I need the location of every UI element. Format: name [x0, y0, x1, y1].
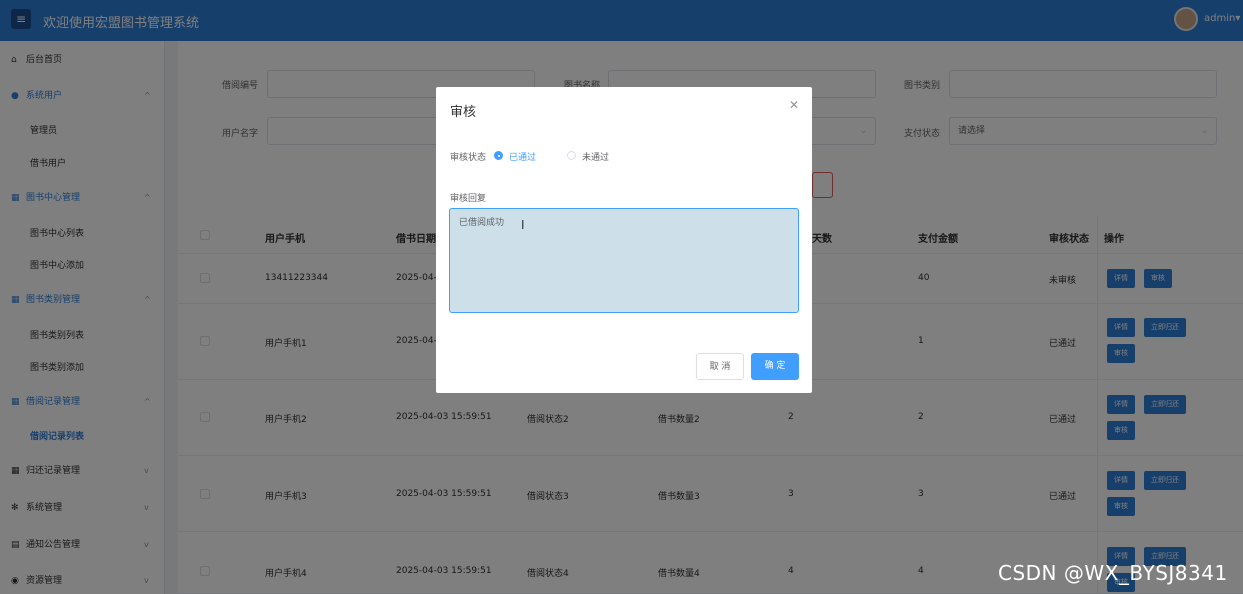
radio-pass-label[interactable]: 已通过 [509, 150, 536, 163]
confirm-button[interactable]: 确 定 [751, 353, 799, 380]
cancel-button[interactable]: 取 消 [696, 353, 744, 380]
audit-reply-textarea[interactable]: 已借阅成功 [449, 208, 799, 313]
close-icon[interactable]: ✕ [789, 98, 799, 112]
text-cursor-icon: I [521, 218, 525, 232]
dialog-title: 审核 [450, 105, 477, 120]
watermark: CSDN @WX_BYSJ8341 [998, 561, 1228, 585]
audit-dialog: 审核 ✕ 审核状态 已通过 未通过 审核回复 已借阅成功 I 取 消 确 定 [436, 87, 812, 393]
audit-status-label: 审核状态 [450, 153, 487, 163]
audit-reply-label: 审核回复 [450, 194, 487, 204]
radio-pass[interactable] [494, 151, 503, 160]
radio-fail[interactable] [567, 151, 576, 160]
radio-fail-label[interactable]: 未通过 [582, 150, 609, 163]
